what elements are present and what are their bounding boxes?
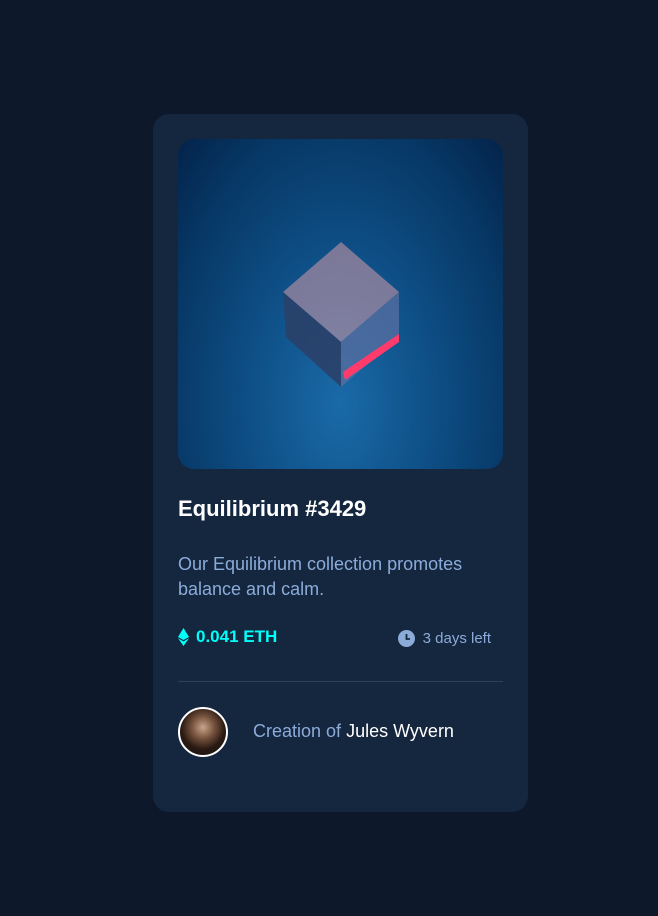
avatar xyxy=(178,707,228,757)
clock-icon xyxy=(397,630,415,647)
time-left-value: 3 days left xyxy=(422,630,491,647)
creator: Creation of Jules Wyvern xyxy=(253,721,454,742)
nft-description: Our Equilibrium collection promotes bala… xyxy=(178,554,463,599)
creator-name[interactable]: Jules Wyvern xyxy=(346,721,454,741)
nft-card: Equilibrium #3429 Our Equilibrium collec… xyxy=(153,114,528,812)
ethereum-icon xyxy=(178,628,189,646)
price-value: 0.041 ETH xyxy=(196,627,278,646)
nft-title[interactable]: Equilibrium #3429 xyxy=(178,496,366,522)
time-left: 3 days left xyxy=(397,630,491,647)
cube-illustration xyxy=(283,242,399,387)
creator-prefix: Creation of xyxy=(253,721,342,741)
nft-image[interactable] xyxy=(178,139,503,469)
price: 0.041 ETH xyxy=(178,627,277,647)
divider xyxy=(178,681,503,682)
